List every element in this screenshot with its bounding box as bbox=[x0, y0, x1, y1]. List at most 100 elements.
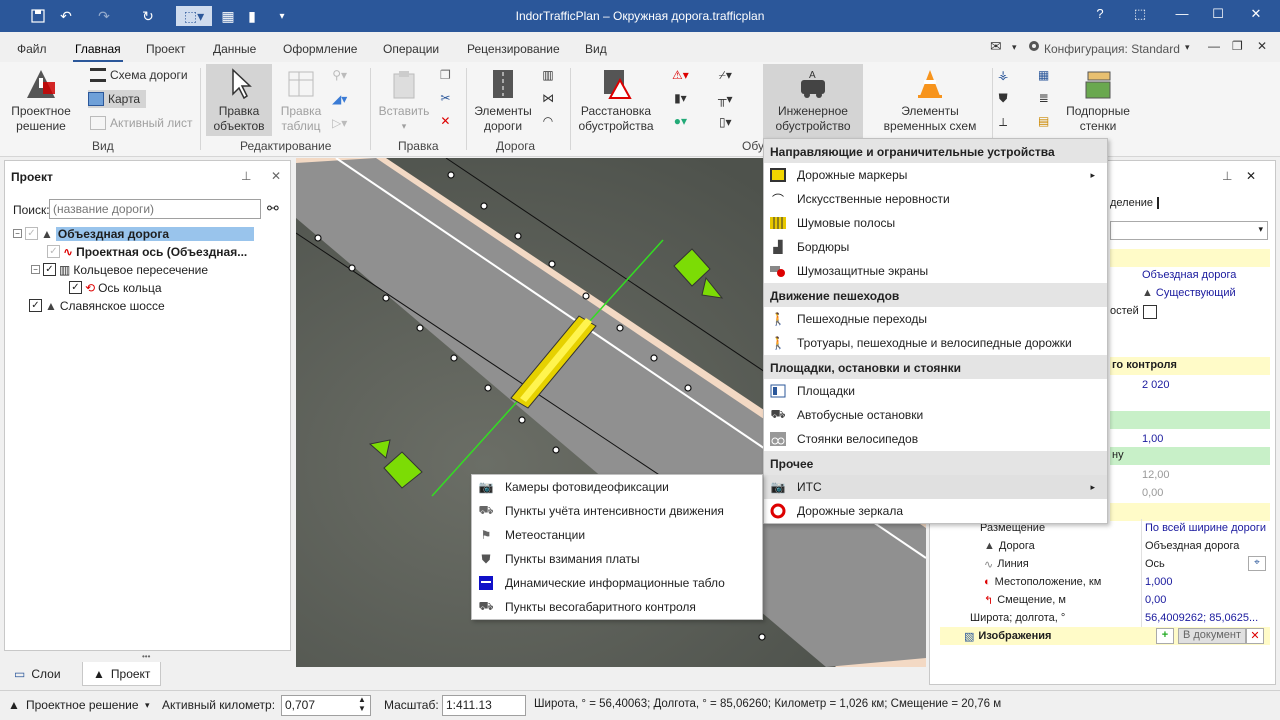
tree-item-ring-junction[interactable]: − ✓ ▥ Кольцевое пересечение bbox=[31, 261, 208, 278]
menu-item-road-mirrors[interactable]: Дорожные зеркала bbox=[764, 499, 1107, 523]
chevron-down-icon[interactable]: ▾ bbox=[145, 700, 150, 711]
help-icon[interactable]: ? bbox=[1088, 6, 1112, 26]
splitter-grip[interactable]: ••• bbox=[142, 652, 150, 661]
pointer-icon[interactable]: ▷▾ bbox=[332, 116, 347, 130]
panel-close-icon[interactable]: ✕ bbox=[271, 169, 281, 183]
status-value[interactable]: ▲ Существующий bbox=[1142, 287, 1236, 299]
road-search-input[interactable] bbox=[49, 199, 261, 219]
pole-icon[interactable]: ⟂ bbox=[999, 115, 1007, 130]
tab-project-bottom[interactable]: ▲ Проект bbox=[82, 662, 162, 686]
submenu-item-cameras[interactable]: 📷 Камеры фотовидеофиксации bbox=[472, 475, 762, 499]
close-doc-icon[interactable]: ✕ bbox=[1257, 39, 1267, 53]
menu-item-platforms[interactable]: Площадки bbox=[764, 379, 1107, 403]
tree-item-ring-axis[interactable]: ✓ ⟲ Ось кольца bbox=[69, 279, 162, 296]
submenu-item-toll-points[interactable]: ⛊ Пункты взимания платы bbox=[472, 547, 762, 571]
remove-image-icon[interactable]: ✕ bbox=[1246, 628, 1264, 644]
mail-icon[interactable]: ✉ bbox=[990, 38, 1002, 55]
paste-button[interactable]: Вставить ▾ bbox=[374, 68, 434, 134]
building-icon[interactable]: ▦ bbox=[1038, 68, 1049, 82]
road-value[interactable]: Объездная дорога bbox=[1142, 269, 1236, 281]
lighting-icon[interactable]: ⚶ bbox=[998, 68, 1008, 82]
curve-icon[interactable]: ◠ bbox=[543, 114, 553, 128]
mode-selector[interactable]: Проектное решение bbox=[26, 698, 139, 712]
scale-input[interactable]: 1:411.13 bbox=[442, 695, 526, 716]
submenu-item-info-boards[interactable]: Динамические информационные табло bbox=[472, 571, 762, 595]
checkbox[interactable]: ✓ bbox=[47, 245, 60, 258]
stairs-icon[interactable]: ≣ bbox=[1039, 91, 1049, 105]
ribbon-display-icon[interactable]: ⬚ bbox=[1128, 6, 1152, 26]
checkbox[interactable]: ✓ bbox=[69, 281, 82, 294]
close-icon[interactable]: ✕ bbox=[1244, 6, 1268, 26]
map-button[interactable]: Карта bbox=[88, 90, 146, 108]
design-solution-button[interactable]: Проектное решение bbox=[8, 68, 74, 134]
restore-icon[interactable]: ❐ bbox=[1232, 39, 1243, 53]
collapse-icon[interactable]: − bbox=[31, 265, 40, 274]
fence-icon[interactable]: ⌿▾ bbox=[719, 68, 732, 83]
hydrant-icon[interactable]: ⛊ bbox=[999, 91, 1008, 106]
tab-data[interactable]: Данные bbox=[213, 42, 256, 56]
tab-file[interactable]: Файл bbox=[17, 42, 47, 56]
active-sheet-button[interactable]: Активный лист bbox=[90, 116, 192, 130]
submenu-item-weight-control[interactable]: ⛟ Пункты весогабаритного контроля bbox=[472, 595, 762, 619]
menu-item-noise-barriers[interactable]: Шумозащитные экраны bbox=[764, 259, 1107, 283]
prop-coordinates[interactable]: Широта; долгота, ° 56,4009262; 85,0625... bbox=[940, 609, 1270, 627]
tab-review[interactable]: Рецензирование bbox=[467, 42, 560, 56]
tab-design[interactable]: Оформление bbox=[283, 42, 357, 56]
menu-item-speed-bumps[interactable]: ⌒ Искусственные неровности bbox=[764, 187, 1107, 211]
checkbox[interactable]: ✓ bbox=[29, 299, 42, 312]
traffic-light-icon[interactable]: ●▾ bbox=[674, 114, 687, 128]
km-spinner-icon[interactable]: ▲ ▼ bbox=[358, 695, 366, 713]
copy-icon[interactable]: ❐ bbox=[440, 68, 451, 82]
temp-elements-button[interactable]: Элементы временных схем bbox=[872, 68, 988, 134]
warning-sign-icon[interactable]: ⚠▾ bbox=[672, 68, 689, 82]
minimize-icon[interactable]: — bbox=[1170, 6, 1194, 26]
prop-location[interactable]: ◐ Местоположение, км 1,000 bbox=[940, 573, 1270, 591]
object-selector[interactable]: ▾ bbox=[1110, 221, 1268, 240]
edit-objects-button[interactable]: Правка объектов bbox=[206, 64, 272, 136]
retaining-walls-button[interactable]: Подпорные стенки bbox=[1062, 68, 1134, 134]
mail-dropdown-icon[interactable]: ▾ bbox=[1012, 42, 1017, 53]
checkbox[interactable]: ✓ bbox=[43, 263, 56, 276]
prop-offset[interactable]: ↰ Смещение, м 0,00 bbox=[940, 591, 1270, 609]
pick-line-icon[interactable]: ⌖ bbox=[1248, 556, 1266, 571]
submenu-item-weather-stations[interactable]: ⚑ Метеостанции bbox=[472, 523, 762, 547]
cut-icon[interactable]: ✂ bbox=[440, 91, 450, 105]
engineering-button[interactable]: A Инженерное обустройство bbox=[763, 64, 863, 138]
menu-item-rumble-strips[interactable]: Шумовые полосы bbox=[764, 211, 1107, 235]
tab-view[interactable]: Вид bbox=[585, 42, 607, 56]
panel-icon[interactable]: ▤ bbox=[1038, 114, 1049, 128]
panel-close-icon[interactable]: ✕ bbox=[1246, 169, 1256, 183]
tab-project[interactable]: Проект bbox=[146, 42, 186, 56]
speed-checkbox[interactable] bbox=[1143, 305, 1157, 319]
minimize-ribbon-icon[interactable]: — bbox=[1208, 39, 1220, 53]
delete-icon[interactable]: ✕ bbox=[440, 114, 450, 128]
prop-road[interactable]: ▲ Дорога Объездная дорога bbox=[940, 537, 1270, 555]
barrier-icon[interactable]: ╥▾ bbox=[718, 92, 733, 106]
tab-layers[interactable]: ▭ Слои bbox=[4, 662, 71, 686]
menu-item-crosswalks[interactable]: 🚶 Пешеходные переходы bbox=[764, 307, 1107, 331]
config-dropdown-icon[interactable]: ▾ bbox=[1185, 42, 1190, 53]
tab-operations[interactable]: Операции bbox=[383, 42, 439, 56]
pin-icon[interactable]: ⊥ bbox=[241, 169, 251, 183]
post-icon[interactable]: ▯▾ bbox=[719, 115, 732, 129]
pin-icon[interactable]: ⊥ bbox=[1222, 169, 1232, 183]
menu-item-road-markers[interactable]: Дорожные маркеры ▸ bbox=[764, 163, 1107, 187]
placement-button[interactable]: Расстановка обустройства bbox=[574, 68, 658, 134]
collapse-icon[interactable]: − bbox=[13, 229, 22, 238]
tab-fragment[interactable]: деление bbox=[1110, 197, 1160, 209]
to-document-button[interactable]: В документ bbox=[1178, 628, 1247, 644]
marking-icon[interactable]: ▮▾ bbox=[674, 91, 687, 105]
configuration-label[interactable]: Конфигурация: Standard bbox=[1044, 42, 1180, 56]
tree-item-design-axis[interactable]: ✓ ∿ Проектная ось (Объездная... bbox=[47, 243, 247, 260]
prop-line[interactable]: ∿ Линия Ось ⌖ bbox=[940, 555, 1270, 573]
lanes-icon[interactable]: ▥ bbox=[542, 68, 553, 82]
menu-item-sidewalks[interactable]: 🚶 Тротуары, пешеходные и велосипедные дор… bbox=[764, 331, 1107, 355]
menu-item-its[interactable]: 📷 ИТС ▸ bbox=[764, 475, 1107, 499]
junction-icon[interactable]: ⋈ bbox=[542, 91, 554, 105]
year-value[interactable]: 2 020 bbox=[1142, 379, 1170, 391]
tree-item-slavyanskoe[interactable]: ✓ ▲ Славянское шоссе bbox=[29, 297, 165, 314]
road-scheme-button[interactable]: Схема дороги bbox=[90, 68, 188, 82]
road-elements-button[interactable]: Элементы дороги bbox=[470, 68, 536, 134]
menu-item-curbs[interactable]: ▟ Бордюры bbox=[764, 235, 1107, 259]
submenu-item-traffic-counters[interactable]: ⛟ Пункты учёта интенсивности движения bbox=[472, 499, 762, 523]
